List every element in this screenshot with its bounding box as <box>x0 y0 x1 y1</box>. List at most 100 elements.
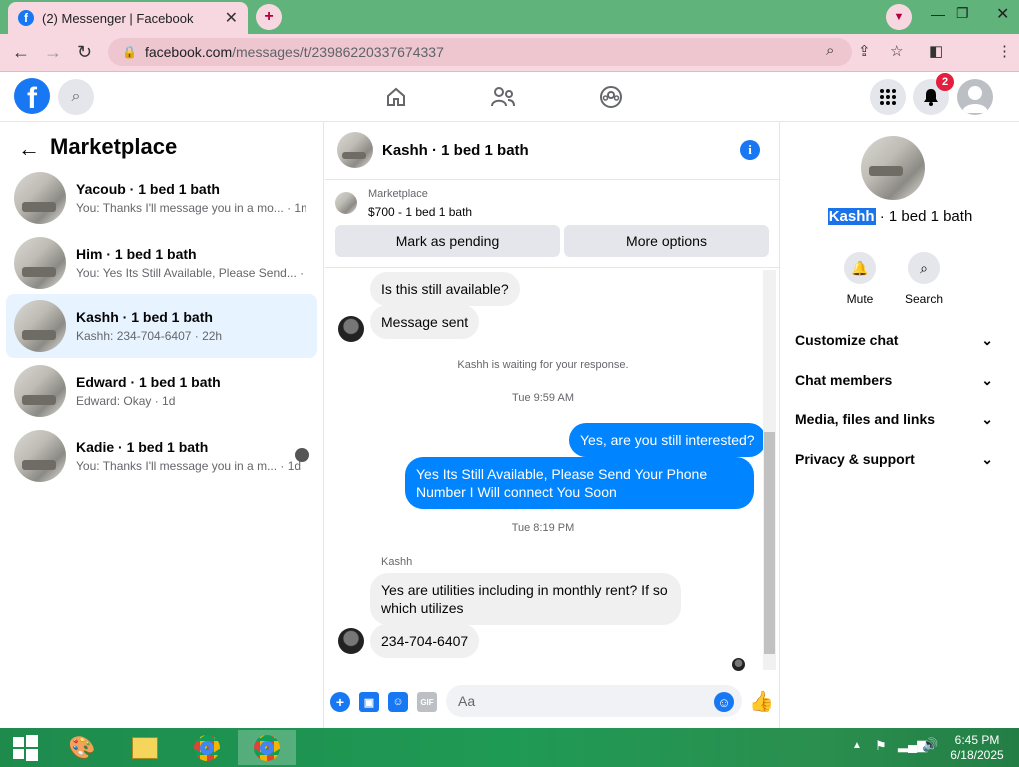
outgoing-message: Yes, are you still interested? <box>569 423 766 457</box>
sender-avatar <box>338 316 364 342</box>
more-options-button[interactable]: More options <box>564 225 769 257</box>
mark-as-pending-button[interactable]: Mark as pending <box>335 225 560 257</box>
conversation-item[interactable]: Edward · 1 bed 1 bath Edward: Okay · 1d <box>6 359 317 423</box>
url-path: /messages/t/23986220337674337 <box>232 44 444 60</box>
listing-price[interactable]: $700 - 1 bed 1 bath <box>368 205 472 219</box>
clock-date: 6/18/2025 <box>950 748 1004 762</box>
chrome-app-icon-active[interactable] <box>238 730 296 765</box>
conversation-preview: Kashh: 234-704-6407 · 22h <box>76 329 223 343</box>
close-tab-icon[interactable]: ✕ <box>225 8 238 28</box>
restore-icon[interactable]: ❐ <box>956 5 969 22</box>
back-icon[interactable]: ← <box>12 42 30 63</box>
listing-avatar <box>14 237 66 289</box>
listing-avatar <box>14 365 66 417</box>
search-action[interactable]: ⌕ Search <box>899 252 949 306</box>
incoming-message: Yes are utilities including in monthly r… <box>370 573 681 625</box>
close-window-icon[interactable]: ✕ <box>996 4 1009 24</box>
section-media-files-links[interactable]: Media, files and links ⌄ <box>795 411 993 428</box>
facebook-favicon-icon: f <box>18 10 34 26</box>
emoji-icon[interactable]: ☺ <box>714 692 734 712</box>
chevron-down-icon: ⌄ <box>981 332 993 348</box>
conversation-name: Him · 1 bed 1 bath <box>76 246 197 262</box>
section-customize-chat[interactable]: Customize chat ⌄ <box>795 332 993 349</box>
volume-icon[interactable]: 🔊 <box>922 737 938 753</box>
mute-label: Mute <box>846 292 874 306</box>
browser-tab[interactable]: f (2) Messenger | Facebook ✕ <box>8 2 248 34</box>
timestamp: Tue 8:19 PM <box>511 522 575 534</box>
outgoing-message: Yes Its Still Available, Please Send You… <box>405 457 754 509</box>
mute-action[interactable]: 🔔 Mute <box>835 252 885 306</box>
conversation-name: Kadie · 1 bed 1 bath <box>76 439 209 455</box>
home-icon[interactable] <box>381 82 411 112</box>
bell-icon: 🔔 <box>844 252 876 284</box>
listing-avatar <box>14 172 66 224</box>
section-chat-members[interactable]: Chat members ⌄ <box>795 372 993 389</box>
menu-dots-icon[interactable]: ⋮ <box>997 42 1012 60</box>
listing-avatar <box>14 430 66 482</box>
chat-avatar[interactable] <box>337 132 373 168</box>
minimize-icon[interactable]: — <box>931 6 945 22</box>
windows-taskbar: 🎨 ▲ ⚑ ▂▄▆ 🔊 6:45 PM 6/18/2025 <box>0 728 1019 767</box>
lock-icon: 🔒 <box>122 45 137 59</box>
zoom-icon[interactable]: ⌕ <box>826 42 834 59</box>
chevron-down-icon: ⌄ <box>981 411 993 427</box>
facebook-header: f ⌕ 2 <box>0 72 1019 122</box>
message-composer: + ▣ ☺ GIF Aa ☺ 👍 <box>325 682 780 728</box>
timestamp: Tue 9:59 AM <box>512 392 574 404</box>
like-thumb-icon[interactable]: 👍 <box>749 689 774 714</box>
sticker-icon[interactable]: ☺ <box>388 692 408 712</box>
system-message: Kashh is waiting for your response. <box>457 359 629 371</box>
browser-tab-bar: f (2) Messenger | Facebook ✕ + ▼ — ❐ ✕ <box>0 0 1019 34</box>
tab-search-button[interactable]: ▼ <box>886 4 912 30</box>
conversation-preview: Edward: Okay · 1d <box>76 394 176 408</box>
conversation-preview: You: Thanks I'll message you in a m... ·… <box>76 459 302 473</box>
listing-thumbnail <box>335 192 357 214</box>
forward-icon[interactable]: → <box>44 42 62 63</box>
reload-icon[interactable]: ↻ <box>77 42 92 63</box>
conversation-item-active[interactable]: Kashh · 1 bed 1 bath Kashh: 234-704-6407 … <box>6 294 317 358</box>
flag-icon[interactable]: ⚑ <box>875 738 887 754</box>
chrome-app-icon[interactable] <box>178 730 236 765</box>
groups-icon[interactable] <box>596 82 626 112</box>
back-arrow-icon[interactable]: ← <box>18 136 40 162</box>
section-label: Media, files and links <box>795 411 936 427</box>
marketplace-label: Marketplace <box>368 188 428 200</box>
scrollbar-thumb[interactable] <box>764 432 775 654</box>
contact-avatar <box>861 136 925 200</box>
side-panel-icon[interactable]: ◧ <box>929 42 943 60</box>
bookmark-star-icon[interactable]: ☆ <box>890 42 903 60</box>
system-clock[interactable]: 6:45 PM 6/18/2025 <box>944 733 1010 763</box>
info-icon[interactable]: i <box>740 140 760 160</box>
chat-title[interactable]: Kashh · 1 bed 1 bath <box>382 142 529 159</box>
add-icon[interactable]: + <box>330 692 350 712</box>
conversation-preview: You: Yes Its Still Available, Please Sen… <box>76 266 306 280</box>
section-privacy-support[interactable]: Privacy & support ⌄ <box>795 451 993 468</box>
read-receipt-avatar <box>732 658 745 671</box>
new-tab-button[interactable]: + <box>256 4 282 30</box>
conversation-item[interactable]: Yacoub · 1 bed 1 bath You: Thanks I'll me… <box>6 166 317 230</box>
facebook-logo-icon[interactable]: f <box>14 78 50 114</box>
notes-app-icon[interactable] <box>116 730 174 765</box>
share-icon[interactable]: ⇪ <box>858 42 871 60</box>
conversation-preview: You: Thanks I'll message you in a mo... … <box>76 201 306 215</box>
menu-grid-icon[interactable] <box>870 79 906 115</box>
windows-start-icon[interactable] <box>0 730 50 765</box>
tray-expand-icon[interactable]: ▲ <box>852 740 862 751</box>
conversation-item[interactable]: Him · 1 bed 1 bath You: Yes Its Still Ava… <box>6 231 317 295</box>
conversation-name: Edward · 1 bed 1 bath <box>76 374 221 390</box>
photo-icon[interactable]: ▣ <box>359 692 379 712</box>
conversation-list-panel: ← Marketplace Yacoub · 1 bed 1 bath You: … <box>0 122 324 728</box>
search-icon[interactable]: ⌕ <box>58 79 94 115</box>
sender-avatar <box>338 628 364 654</box>
message-input[interactable]: Aa <box>446 685 742 717</box>
gif-icon[interactable]: GIF <box>417 692 437 712</box>
address-bar[interactable]: 🔒 facebook.com/messages/t/23986220337674… <box>108 38 852 66</box>
friends-icon[interactable] <box>488 82 518 112</box>
conversation-item[interactable]: Kadie · 1 bed 1 bath You: Thanks I'll mes… <box>6 424 317 488</box>
chevron-down-icon: ⌄ <box>981 451 993 467</box>
url-domain: facebook.com <box>144 44 233 60</box>
account-avatar[interactable] <box>957 79 993 115</box>
sender-name: Kashh <box>381 556 413 568</box>
incoming-message: 234-704-6407 <box>370 624 480 658</box>
paint-app-icon[interactable]: 🎨 <box>53 730 111 765</box>
